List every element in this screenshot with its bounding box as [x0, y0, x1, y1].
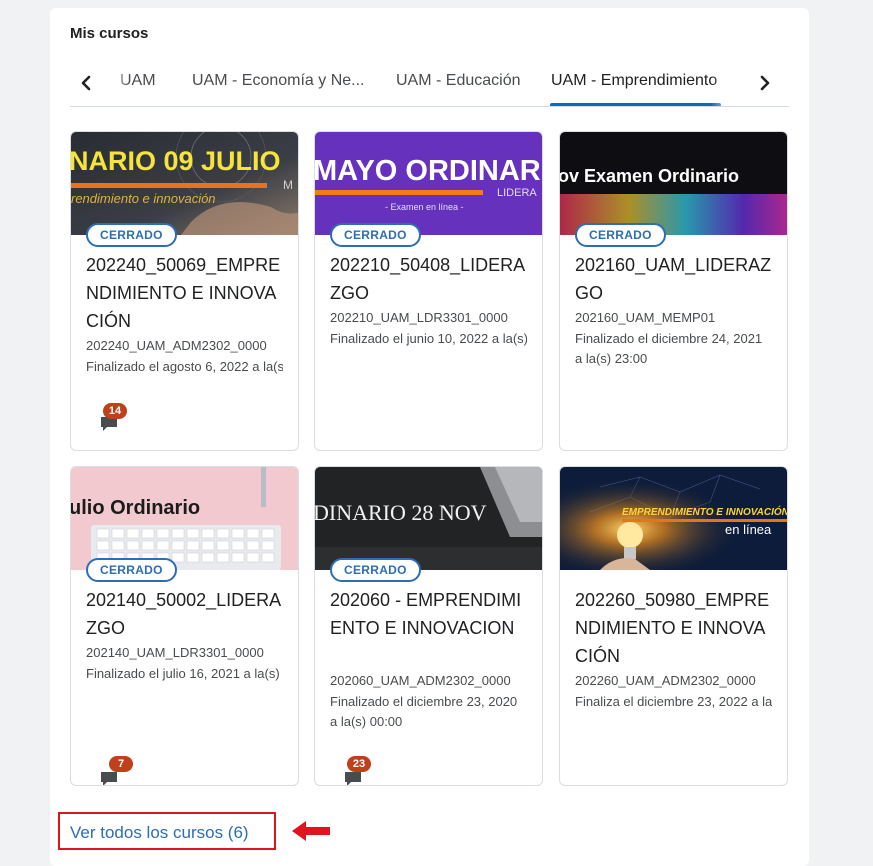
status-badge: CERRADO [330, 223, 421, 247]
banner-text: NARIO 09 JULIO [71, 146, 281, 176]
status-badge: CERRADO [330, 558, 421, 582]
course-code: 202060_UAM_ADM2302_0000 [330, 673, 511, 688]
tab-fade-left [100, 60, 130, 106]
course-card[interactable]: MAYO ORDINARIO LIDERA - Examen en línea … [314, 131, 543, 451]
unread-count-badge: 7 [109, 756, 133, 772]
course-card[interactable]: ulio Ordinario CERRADO 202140_50002_LIDE… [70, 466, 299, 786]
course-title: 202240_50069_EMPRENDIMIENTO E INNOVACIÓN [86, 255, 281, 331]
banner-text: MAYO ORDINARIO [315, 155, 542, 187]
course-title: 202140_50002_LIDERAZGO [86, 590, 282, 638]
banner-text: DINARIO 28 NOV [315, 500, 487, 525]
banner-subtext: - Examen en línea - [385, 202, 464, 212]
view-all-highlight: Ver todos los cursos (6) [58, 812, 276, 850]
tab-prev-button[interactable] [76, 72, 96, 94]
course-title: 202160_UAM_LIDERAZGO [575, 255, 772, 303]
course-code: 202240_UAM_ADM2302_0000 [86, 338, 267, 353]
course-end-date: Finalizado el junio 10, 2022 a la(s) 23:… [330, 331, 527, 346]
course-end-date: Finalizado el diciembre 23, 2020 a la(s)… [330, 694, 518, 729]
course-card[interactable]: EMPRENDIMIENTO E INNOVACIÓN en línea 202… [559, 466, 788, 786]
course-image: DINARIO 28 NOV [315, 467, 542, 570]
banner-text: EMPRENDIMIENTO E INNOVACIÓN [622, 505, 787, 518]
course-title: 202060 - EMPRENDIMIENTO E INNOVACION [330, 590, 522, 638]
tab-educacion[interactable]: UAM - Educación [396, 72, 521, 90]
view-all-courses-link[interactable]: Ver todos los cursos (6) [70, 823, 249, 843]
svg-text:M: M [283, 178, 293, 192]
chat-bubble-icon[interactable] [343, 770, 363, 786]
course-image: EMPRENDIMIENTO E INNOVACIÓN en línea [560, 467, 787, 570]
course-code: 202260_UAM_ADM2302_0000 [575, 673, 756, 688]
course-end-date: Finaliza el diciembre 23, 2022 a la(s) 2… [575, 694, 772, 709]
tab-emprendimiento[interactable]: UAM - Emprendimiento [551, 72, 717, 90]
unread-count-badge: 14 [103, 403, 127, 419]
course-image: ov Examen Ordinario [560, 132, 787, 235]
course-image: MAYO ORDINARIO LIDERA - Examen en línea … [315, 132, 542, 235]
tab-fade-right [711, 60, 751, 106]
course-end-date: Finalizado el agosto 6, 2022 a la(s) 23:… [86, 359, 283, 374]
status-badge: CERRADO [86, 558, 177, 582]
status-badge: CERRADO [575, 223, 666, 247]
course-card[interactable]: NARIO 09 JULIO M rendimiento e innovació… [70, 131, 299, 451]
course-card[interactable]: ov Examen Ordinario CERRADO 202160_UAM_L… [559, 131, 788, 451]
chevron-right-icon [760, 75, 770, 91]
widget-title: Mis cursos [70, 25, 149, 42]
unread-count-badge: 23 [347, 756, 371, 772]
status-badge: CERRADO [86, 223, 177, 247]
red-arrow-left-icon [292, 821, 330, 841]
banner-subtext: en línea [725, 522, 772, 537]
banner-subtext: rendimiento e innovación [71, 191, 216, 206]
course-code: 202160_UAM_MEMP01 [575, 310, 716, 325]
course-card[interactable]: DINARIO 28 NOV CERRADO 202060 - EMPRENDI… [314, 466, 543, 786]
course-code: 202140_UAM_LDR3301_0000 [86, 645, 264, 660]
chevron-left-icon [81, 75, 91, 91]
course-tabs: UAM UAM - Economía y Ne... UAM - Educaci… [70, 60, 789, 107]
svg-text:LIDERA: LIDERA [497, 187, 537, 199]
chat-bubble-icon[interactable] [99, 770, 119, 786]
course-title: 202210_50408_LIDERAZGO [330, 255, 526, 303]
tab-economia[interactable]: UAM - Economía y Ne... [192, 72, 365, 90]
course-title: 202260_50980_EMPRENDIMIENTO E INNOVACIÓN [575, 590, 770, 666]
course-image: NARIO 09 JULIO M rendimiento e innovació… [71, 132, 298, 235]
course-code: 202210_UAM_LDR3301_0000 [330, 310, 508, 325]
active-tab-indicator [550, 103, 721, 106]
tab-next-button[interactable] [755, 72, 775, 94]
banner-text: ulio Ordinario [71, 497, 200, 519]
course-end-date: Finalizado el julio 16, 2021 a la(s) 23:… [86, 666, 283, 681]
course-end-date: Finalizado el diciembre 24, 2021 a la(s)… [575, 331, 763, 366]
course-image: ulio Ordinario [71, 467, 298, 570]
banner-text: ov Examen Ordinario [560, 166, 739, 186]
tab-track: UAM UAM - Economía y Ne... UAM - Educaci… [100, 60, 751, 106]
